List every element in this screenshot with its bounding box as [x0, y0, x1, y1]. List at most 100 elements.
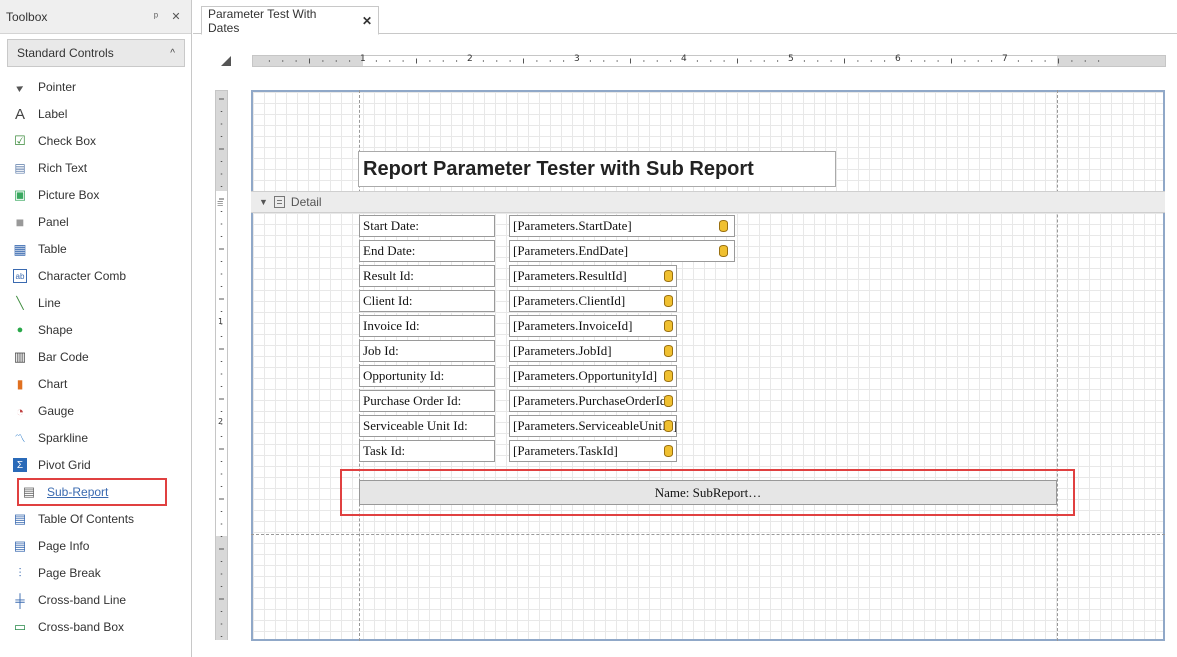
parameter-expression: [Parameters.PurchaseOrderId]	[513, 393, 671, 408]
tool-item-label: Gauge	[38, 404, 75, 418]
page-bottom-guide	[251, 534, 1165, 535]
horizontal-ruler: 1 2 3 4 5 6 7	[252, 54, 1166, 67]
tab-parameter-test-with-dates[interactable]: Parameter Test With Dates ✕	[201, 6, 379, 35]
tool-item-bar-code[interactable]: ▥ Bar Code	[13, 346, 183, 368]
row-label[interactable]: Serviceable Unit Id:	[359, 415, 495, 437]
database-icon	[664, 345, 673, 357]
vruler-number: 1	[218, 317, 224, 326]
pin-icon[interactable]: ᵖ	[149, 11, 163, 23]
tool-item-label: Cross-band Line	[38, 593, 127, 607]
tool-item-label: Sub-Report	[47, 485, 109, 499]
row-label[interactable]: Start Date:	[359, 215, 495, 237]
cross-band-box-icon: ▭	[13, 619, 27, 634]
gauge-icon: ◔	[16, 403, 24, 419]
row-parameter-field[interactable]: [Parameters.JobId]	[509, 340, 677, 362]
row-parameter-field[interactable]: [Parameters.InvoiceId]	[509, 315, 677, 337]
vruler-number: 2	[218, 417, 224, 426]
tool-item-page-break[interactable]: ⫶ Page Break	[13, 562, 183, 584]
tool-item-label: Label	[38, 107, 68, 121]
tool-item-chart[interactable]: ▮ Chart	[13, 373, 183, 395]
tool-item-check-box[interactable]: ☑ Check Box	[13, 130, 183, 152]
tool-item-rich-text[interactable]: ▤ Rich Text	[13, 157, 183, 179]
close-icon[interactable]: ✕	[169, 10, 183, 23]
tool-item-table[interactable]: ▦ Table	[13, 238, 183, 260]
row-label[interactable]: Result Id:	[359, 265, 495, 287]
ruler-number: 1	[360, 54, 366, 64]
tool-item-pointer[interactable]: ▶ Pointer	[13, 76, 183, 98]
pointer-icon: ▶	[15, 81, 25, 93]
subreport-control[interactable]: Name: SubReport…	[359, 480, 1057, 505]
tool-item-label: Page Info	[38, 539, 90, 553]
tool-item-label: Sparkline	[38, 431, 89, 445]
check-box-icon: ☑	[14, 133, 26, 148]
tool-item-page-info[interactable]: ▤ Page Info	[13, 535, 183, 557]
tool-item-line[interactable]: ╲ Line	[13, 292, 183, 314]
row-parameter-field[interactable]: [Parameters.TaskId]	[509, 440, 677, 462]
tool-item-picture-box[interactable]: ▣ Picture Box	[13, 184, 183, 206]
tool-item-label: Table Of Contents	[38, 512, 135, 526]
parameter-expression: [Parameters.TaskId]	[513, 443, 618, 458]
tool-item-pivot-grid[interactable]: Σ Pivot Grid	[13, 454, 183, 476]
group-title: Standard Controls	[17, 46, 114, 60]
row-parameter-field[interactable]: [Parameters.ClientId]	[509, 290, 677, 312]
ruler-number: 2	[467, 54, 473, 64]
row-label[interactable]: Client Id:	[359, 290, 495, 312]
row-parameter-field[interactable]: [Parameters.StartDate]	[509, 215, 735, 237]
parameter-expression: [Parameters.JobId]	[513, 343, 612, 358]
row-label[interactable]: End Date:	[359, 240, 495, 262]
sub-report-icon: ▤	[22, 484, 36, 499]
tab-close-icon[interactable]: ✕	[362, 14, 372, 28]
page-info-icon: ▤	[13, 538, 27, 553]
report-title-label[interactable]: Report Parameter Tester with Sub Report	[358, 151, 836, 187]
ruler-ticks	[268, 58, 1100, 64]
ruler-number: 6	[895, 54, 901, 64]
band-icon	[273, 196, 285, 208]
tool-item-character-comb[interactable]: ab Character Comb	[13, 265, 183, 287]
detail-band-label: Detail	[290, 195, 322, 209]
row-label[interactable]: Task Id:	[359, 440, 495, 462]
tool-item-sub-report[interactable]: ▤ Sub-Report	[17, 478, 167, 506]
tool-item-cross-band-box[interactable]: ▭ Cross-band Box	[13, 616, 183, 638]
row-parameter-field[interactable]: [Parameters.ResultId]	[509, 265, 677, 287]
chevron-up-icon[interactable]: ^	[170, 48, 175, 59]
chart-icon: ▮	[16, 377, 24, 391]
tool-item-gauge[interactable]: ◔ Gauge	[13, 400, 183, 422]
row-parameter-field[interactable]: [Parameters.ServiceableUnitId]	[509, 415, 677, 437]
collapse-arrow-icon[interactable]: ▼	[259, 197, 268, 207]
tool-item-sparkline[interactable]: 〽 Sparkline	[13, 427, 183, 449]
rich-text-icon: ▤	[14, 161, 26, 175]
tool-item-table-of-contents[interactable]: ▤ Table Of Contents	[13, 508, 183, 530]
row-label[interactable]: Job Id:	[359, 340, 495, 362]
standard-controls-group[interactable]: Standard Controls ^	[7, 39, 185, 67]
band-resize-handle-icon[interactable]: ≡	[217, 198, 223, 210]
tool-item-cross-band-line[interactable]: ╪ Cross-band Line	[13, 589, 183, 611]
character-comb-icon: ab	[13, 269, 27, 283]
row-label[interactable]: Opportunity Id:	[359, 365, 495, 387]
tool-item-label: Table	[38, 242, 67, 256]
row-parameter-field[interactable]: [Parameters.EndDate]	[509, 240, 735, 262]
database-icon	[664, 270, 673, 282]
vertical-ruler: 12	[215, 90, 228, 640]
table-icon: ▦	[13, 240, 27, 257]
tool-item-shape[interactable]: ● Shape	[13, 319, 183, 341]
page-break-icon: ⫶	[18, 565, 22, 580]
database-icon	[719, 220, 728, 232]
database-icon	[664, 420, 673, 432]
tool-item-label: Panel	[38, 215, 69, 229]
ruler-number: 5	[788, 54, 794, 64]
database-icon	[664, 370, 673, 382]
detail-band-header[interactable]: ▼ Detail	[251, 191, 1165, 213]
tool-item-label: Character Comb	[38, 269, 127, 283]
row-parameter-field[interactable]: [Parameters.OpportunityId]	[509, 365, 677, 387]
right-margin-guide	[1057, 90, 1058, 641]
row-parameter-field[interactable]: [Parameters.PurchaseOrderId]	[509, 390, 677, 412]
tool-item-label: Chart	[38, 377, 68, 391]
tool-item-label: Shape	[38, 323, 73, 337]
parameter-expression: [Parameters.InvoiceId]	[513, 318, 633, 333]
parameter-expression: [Parameters.StartDate]	[513, 218, 632, 233]
row-label[interactable]: Purchase Order Id:	[359, 390, 495, 412]
tool-item-panel[interactable]: ■ Panel	[13, 211, 183, 233]
tool-item-label[interactable]: A Label	[13, 103, 183, 125]
row-label[interactable]: Invoice Id:	[359, 315, 495, 337]
parameter-expression: [Parameters.ResultId]	[513, 268, 627, 283]
